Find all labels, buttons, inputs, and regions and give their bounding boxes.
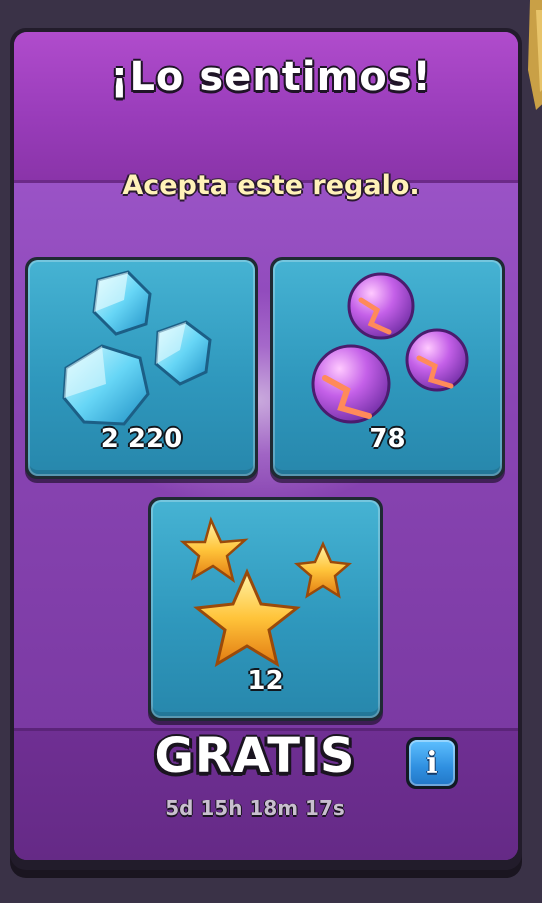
- info-button[interactable]: i: [406, 737, 458, 789]
- reward-card-magic-items[interactable]: 78: [270, 257, 505, 479]
- reward-card-star-fragments[interactable]: 12: [148, 497, 383, 721]
- dialog-subtitle: Acepta este regalo.: [122, 170, 420, 201]
- info-icon: i: [426, 745, 438, 781]
- reward-count: 12: [247, 666, 284, 696]
- reward-card-gems[interactable]: 2 220: [25, 257, 258, 479]
- reward-count: 78: [369, 424, 406, 454]
- price-label[interactable]: GRATIS: [140, 728, 370, 784]
- dialog-title: ¡Lo sentimos!: [110, 54, 432, 100]
- offer-timer: 5d 15h 18m 17s: [165, 796, 345, 820]
- reward-count: 2 220: [100, 424, 183, 454]
